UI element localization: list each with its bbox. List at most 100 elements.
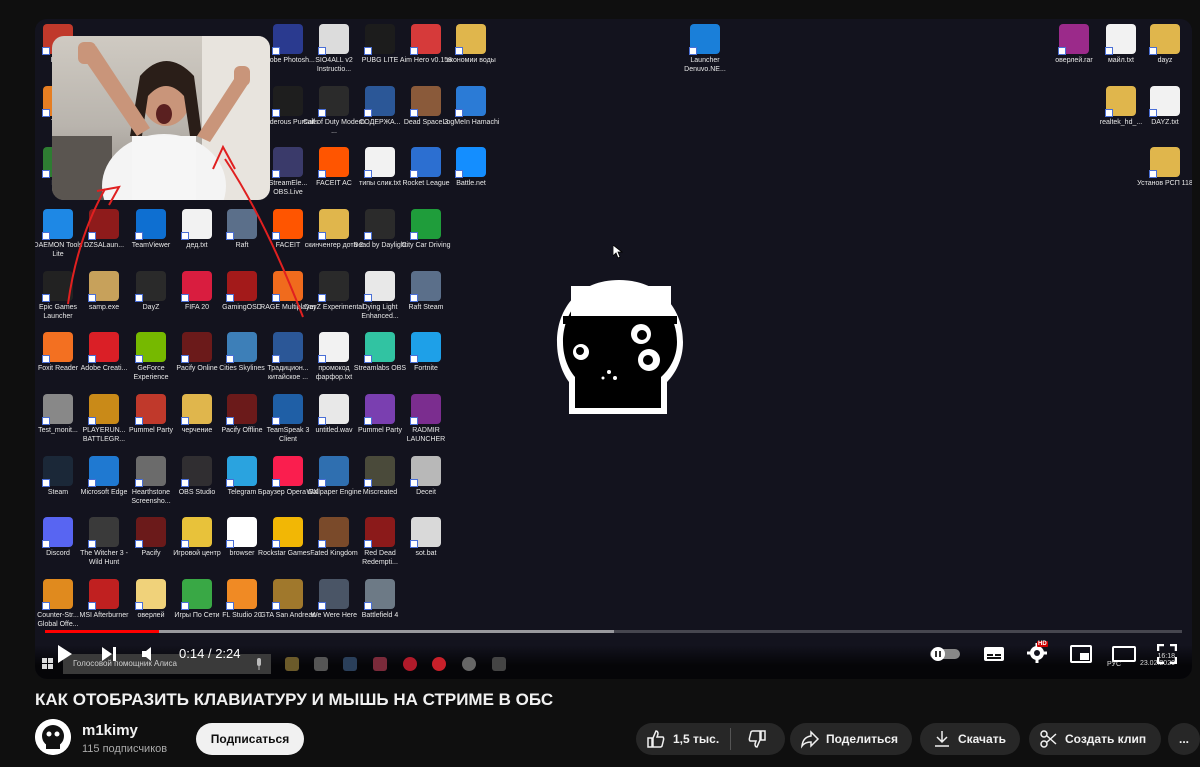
desktop-app-icon [410, 456, 441, 487]
volume-icon[interactable] [139, 644, 159, 664]
desktop-app-icon [410, 517, 441, 548]
desktop-icon: Установ РСП 118 [1134, 147, 1192, 189]
desktop-app-icon [364, 517, 395, 548]
desktop-app-icon [135, 394, 166, 425]
desktop-app-icon [1149, 86, 1180, 117]
desktop-icon-label: Deceit [416, 489, 436, 496]
desktop-app-icon [1149, 24, 1180, 55]
desktop-app-icon [410, 86, 441, 117]
desktop-icon: Deceit [395, 456, 457, 498]
time-current: 0:14 [179, 646, 205, 661]
taskbar-settings-icon [492, 657, 506, 671]
subtitles-button[interactable] [982, 643, 1006, 665]
dislike-button[interactable] [731, 723, 783, 755]
like-dislike-group: 1,5 тыс. [636, 723, 785, 755]
desktop-app-icon [181, 517, 212, 548]
desktop-app-icon [1058, 24, 1089, 55]
desktop-app-icon [135, 517, 166, 548]
share-icon [800, 730, 820, 749]
desktop-app-icon [135, 579, 166, 610]
settings-gear-icon[interactable]: HD [1025, 641, 1049, 665]
like-button[interactable]: 1,5 тыс. [636, 723, 730, 755]
desktop-icon-label: dayz [1157, 57, 1173, 64]
desktop-icon-label: Launcher Denuvo.NE... [684, 57, 726, 73]
desktop-app-icon [364, 394, 395, 425]
more-actions-button[interactable]: ... [1168, 723, 1200, 755]
channel-name[interactable]: m1kimy [82, 722, 138, 739]
next-button[interactable] [99, 644, 119, 664]
desktop-app-icon [42, 517, 73, 548]
desktop-icon-label: Raft Steam [408, 304, 444, 311]
desktop-icon: LogMeIn Hamachi [440, 86, 502, 128]
play-button[interactable] [55, 642, 75, 666]
desktop-app-icon [410, 394, 441, 425]
desktop-app-icon [42, 394, 73, 425]
progress-played [45, 630, 159, 633]
time-total: 2:24 [215, 646, 241, 661]
desktop-app-icon [42, 579, 73, 610]
download-icon [935, 731, 949, 747]
video-player[interactable]: Ko...Th...Mi...DAEMON Tools LiteDZSALaun… [35, 19, 1192, 679]
taskbar-mail-icon [314, 657, 328, 671]
download-button[interactable]: Скачать [920, 723, 1020, 755]
desktop-app-icon [410, 332, 441, 363]
desktop-icon: Battle.net [440, 147, 502, 189]
desktop-app-icon [88, 394, 119, 425]
desktop-app-icon [455, 86, 486, 117]
subscriber-count: 115 подписчиков [82, 743, 168, 755]
desktop-app-icon [1105, 86, 1136, 117]
desktop-app-icon [364, 24, 395, 55]
desktop-app-icon [364, 271, 395, 302]
desktop-app-icon [272, 517, 303, 548]
desktop-icon: dayz [1134, 24, 1192, 66]
desktop-icon: экономии воды [440, 24, 502, 66]
like-count: 1,5 тыс. [673, 732, 720, 746]
desktop-app-icon [318, 394, 349, 425]
desktop-app-icon [272, 579, 303, 610]
desktop-app-icon [226, 579, 257, 610]
desktop-app-icon [364, 332, 395, 363]
taskbar-steam-icon [343, 657, 357, 671]
desktop-app-icon [410, 271, 441, 302]
desktop-app-icon [181, 456, 212, 487]
hd-badge: HD [1037, 641, 1048, 647]
windows-start-icon [41, 657, 55, 671]
desktop-app-icon [410, 209, 441, 240]
mouse-cursor-icon [613, 245, 623, 259]
desktop-app-icon [88, 579, 119, 610]
desktop-app-icon [364, 209, 395, 240]
desktop-app-icon [1149, 147, 1180, 178]
time-separator: / [207, 646, 212, 661]
desktop-app-icon [410, 147, 441, 178]
desktop-app-icon [318, 517, 349, 548]
desktop-icon-label: LogMeIn Hamachi [442, 119, 500, 126]
desktop-icon-label: Battlefield 4 [361, 612, 399, 619]
desktop-app-icon [88, 517, 119, 548]
fullscreen-button[interactable] [1155, 642, 1179, 666]
channel-avatar[interactable] [35, 719, 71, 755]
autoplay-toggle[interactable] [928, 645, 962, 663]
desktop-icon-label: экономии воды [446, 57, 496, 64]
miniplayer-button[interactable] [1069, 643, 1093, 665]
progress-bar[interactable] [45, 630, 1182, 633]
desktop-app-icon [689, 24, 720, 55]
scissors-icon [1040, 730, 1057, 748]
desktop-app-icon [364, 456, 395, 487]
create-clip-button[interactable]: Создать клип [1029, 723, 1161, 755]
video-title: КАК ОТОБРАЗИТЬ КЛАВИАТУРУ И МЫШЬ НА СТРИ… [35, 690, 554, 709]
taskbar-app-icon [285, 657, 299, 671]
theater-mode-button[interactable] [1112, 643, 1136, 665]
desktop-icon-label: Установ РСП 118 [1137, 180, 1192, 187]
taskbar-opera-icon [403, 657, 417, 671]
taskbar-app-icon [373, 657, 387, 671]
desktop-app-icon [226, 456, 257, 487]
microphone-icon [253, 657, 265, 671]
share-button[interactable]: Поделиться [790, 723, 912, 755]
thumbs-up-icon [647, 730, 665, 748]
desktop-app-icon [364, 147, 395, 178]
download-label: Скачать [958, 732, 1006, 746]
subscribe-button[interactable]: Подписаться [196, 723, 304, 755]
desktop-app-icon [181, 579, 212, 610]
desktop-icon: Raft Steam [395, 271, 457, 313]
desktop-app-icon [181, 394, 212, 425]
